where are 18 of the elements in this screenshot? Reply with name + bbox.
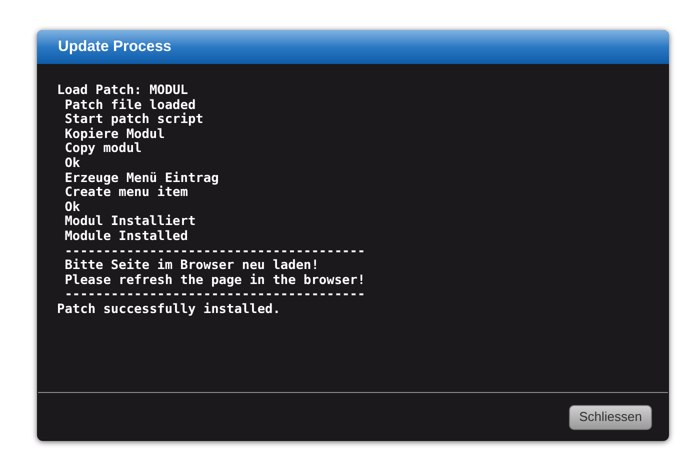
log-line: Patch successfully installed. — [57, 302, 280, 318]
log-line: Ok — [64, 200, 80, 215]
log-line: Copy modul — [64, 142, 142, 157]
log-line: Bitte Seite im Browser neu laden! — [64, 259, 319, 274]
log-line: Start patch script — [64, 113, 204, 128]
log-line: --------------------------------------- — [64, 288, 366, 302]
log-line: Load Patch: MODUL — [57, 84, 188, 98]
log-line: Kopiere Modul — [64, 128, 165, 142]
log-line: Please refresh the page in the browser! — [64, 274, 366, 288]
log-line: Module Installed — [64, 230, 188, 245]
log-line: Erzeuge Menü Eintrag — [64, 172, 219, 186]
log-line: --------------------------------------- — [64, 244, 366, 259]
dialog-title: Update Process — [58, 36, 172, 57]
log-line: Ok — [64, 156, 80, 172]
log-line: Create menu item — [64, 186, 188, 201]
close-button[interactable]: Schliessen — [569, 404, 652, 430]
log-line: Modul Installiert — [64, 215, 196, 230]
log-line: Patch file loaded — [64, 98, 196, 113]
